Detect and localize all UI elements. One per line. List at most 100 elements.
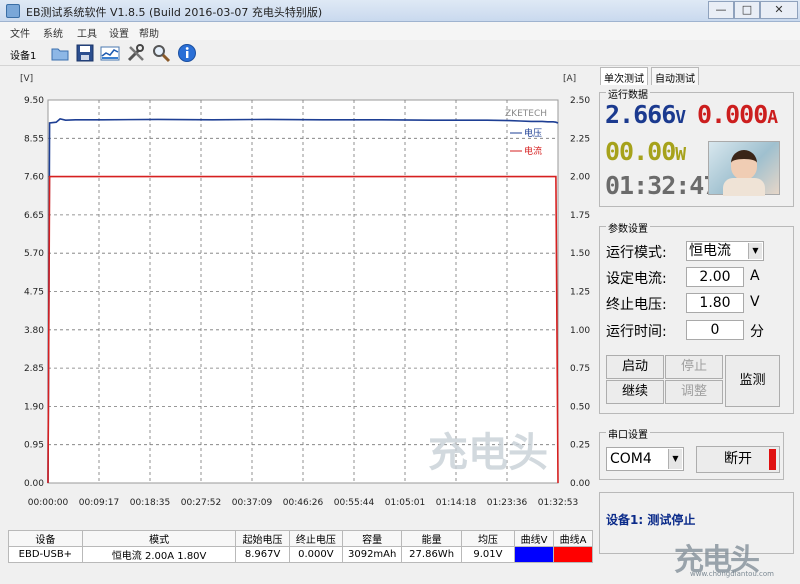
tools-icon[interactable] — [126, 43, 146, 63]
stop-voltage-field[interactable]: 1.80 — [686, 293, 744, 313]
col-curve-a: 曲线A — [553, 530, 593, 547]
close-button[interactable]: ✕ — [760, 1, 798, 19]
right-axis-unit: [A] — [563, 74, 576, 84]
maximize-button[interactable]: □ — [734, 1, 760, 19]
y-right-tick-label: 0.00 — [570, 479, 590, 489]
cell-end-voltage: 0.000V — [288, 546, 343, 563]
y-right-tick-label: 2.00 — [570, 173, 590, 183]
voltage-current-chart: 9.50 8.55 7.60 6.65 5.70 4.75 3.80 2.85 1.90 0.95… — [20, 74, 590, 508]
y-left-tick-label: 0.95 — [24, 441, 44, 451]
y-right-tick-label: 1.50 — [570, 249, 590, 259]
y-left-tick-label: 8.55 — [24, 134, 44, 144]
power-value: 00.00 — [605, 137, 676, 166]
disconnect-label: 断开 — [724, 451, 752, 467]
y-left-tick-label: 9.50 — [24, 96, 44, 106]
y-right-tick-label: 1.25 — [570, 288, 590, 298]
cell-mode: 恒电流 2.00A 1.80V — [81, 546, 237, 563]
y-left-tick-label: 7.60 — [24, 173, 44, 183]
col-device: 设备 — [8, 530, 83, 547]
col-energy: 能量 — [401, 530, 462, 547]
cell-avg-voltage: 9.01V — [460, 546, 516, 563]
voltage-unit: V — [675, 107, 686, 128]
mode-select[interactable]: 恒电流 ▼ — [686, 241, 764, 261]
x-tick-label: 01:14:18 — [436, 498, 477, 508]
adjust-button[interactable]: 调整 — [665, 380, 723, 404]
corner-watermark-url: www.chongdiantou.com — [690, 570, 774, 578]
x-tick-label: 00:09:17 — [79, 498, 119, 508]
mode-value: 恒电流 — [689, 243, 731, 259]
run-time-field[interactable]: 0 — [686, 320, 744, 340]
device-tab[interactable]: 设备1 — [10, 47, 36, 62]
app-icon — [6, 4, 20, 18]
y-left-tick-label: 0.00 — [24, 479, 44, 489]
y-left-tick-label: 5.70 — [24, 249, 44, 259]
voltage-readout: 2.666V — [605, 100, 686, 129]
chevron-down-icon[interactable]: ▼ — [748, 243, 762, 259]
params-title: 参数设置 — [606, 220, 650, 235]
chart-watermark: 充电头 — [428, 430, 548, 476]
y-right-tick-label: 0.25 — [570, 441, 590, 451]
table-row[interactable]: EBD-USB+ 恒电流 2.00A 1.80V 8.967V 0.000V 3… — [8, 546, 593, 563]
minimize-button[interactable]: — — [708, 1, 734, 19]
run-time-unit: 分 — [750, 324, 764, 340]
legend-voltage-label: 电压 — [524, 127, 542, 139]
menu-file[interactable]: 文件 — [10, 25, 30, 40]
y-right-tick-label: 2.25 — [570, 134, 590, 144]
y-right-tick-label: 1.00 — [570, 326, 590, 336]
connection-indicator — [769, 449, 776, 470]
menu-tools[interactable]: 工具 — [77, 25, 97, 40]
stop-voltage-unit: V — [750, 294, 760, 310]
menu-help[interactable]: 帮助 — [139, 25, 159, 40]
chevron-down-icon[interactable]: ▼ — [668, 449, 682, 469]
title-bar: EB测试系统软件 V1.8.5 (Build 2016-03-07 充电头特别版… — [0, 0, 800, 22]
save-icon[interactable] — [75, 43, 95, 63]
curve-v-color-swatch[interactable] — [514, 546, 554, 563]
stop-button[interactable]: 停止 — [665, 355, 723, 379]
start-button[interactable]: 启动 — [606, 355, 664, 379]
y-right-tick-label: 2.50 — [570, 96, 590, 106]
power-readout: 00.00W — [605, 137, 686, 166]
voltage-value: 2.666 — [605, 100, 676, 129]
chart-panel: 9.50 8.55 7.60 6.65 5.70 4.75 3.80 2.85 1.90 0.95… — [8, 70, 596, 525]
brand-label: ZKETECH — [505, 109, 547, 119]
y-right-tick-label: 1.75 — [570, 211, 590, 221]
elapsed-time-readout: 01:32:47 — [605, 171, 718, 200]
zoom-icon[interactable] — [151, 43, 171, 63]
current-unit: A — [767, 107, 778, 128]
continue-button[interactable]: 继续 — [606, 380, 664, 404]
monitor-button[interactable]: 监测 — [725, 355, 780, 407]
y-left-tick-label: 1.90 — [24, 402, 44, 412]
x-tick-label: 01:32:53 — [538, 498, 578, 508]
info-icon[interactable] — [177, 43, 197, 63]
status-text: 设备1: 测试停止 — [606, 513, 696, 527]
run-data-title: 运行数据 — [606, 86, 650, 101]
col-capacity: 容量 — [341, 530, 403, 547]
col-start-voltage: 起始电压 — [235, 530, 290, 547]
table-header-row: 设备 模式 起始电压 终止电压 容量 能量 均压 曲线V 曲线A — [8, 530, 593, 547]
legend-current-label: 电流 — [524, 145, 542, 157]
x-tick-label: 01:05:01 — [385, 498, 425, 508]
folder-icon[interactable] — [50, 43, 70, 63]
x-tick-label: 00:46:26 — [283, 498, 324, 508]
col-avg-voltage: 均压 — [460, 530, 516, 547]
tab-single-test[interactable]: 单次测试 — [600, 67, 648, 85]
menu-system[interactable]: 系统 — [43, 25, 63, 40]
window-title: EB测试系统软件 V1.8.5 (Build 2016-03-07 充电头特别版… — [26, 6, 323, 19]
serial-port-group: 串口设置 COM4 ▼ 断开 — [599, 426, 784, 480]
y-left-tick-label: 3.80 — [24, 326, 44, 336]
y-left-tick-label: 2.85 — [24, 364, 44, 374]
y-left-tick-label: 4.75 — [24, 288, 44, 298]
curve-a-color-swatch[interactable] — [553, 546, 593, 563]
col-mode: 模式 — [81, 530, 237, 547]
port-select[interactable]: COM4 ▼ — [606, 447, 684, 471]
x-tick-label: 00:37:09 — [232, 498, 273, 508]
set-current-field[interactable]: 2.00 — [686, 267, 744, 287]
set-current-unit: A — [750, 268, 760, 284]
menu-settings[interactable]: 设置 — [109, 25, 129, 40]
chart-icon[interactable] — [100, 43, 120, 63]
current-readout: 0.000A — [697, 100, 778, 129]
tab-auto-test[interactable]: 自动测试 — [651, 67, 699, 85]
disconnect-button[interactable]: 断开 — [696, 446, 780, 473]
summary-table: 设备 模式 起始电压 终止电压 容量 能量 均压 曲线V 曲线A EBD-USB… — [8, 530, 593, 563]
set-current-label: 设定电流: — [606, 271, 667, 287]
